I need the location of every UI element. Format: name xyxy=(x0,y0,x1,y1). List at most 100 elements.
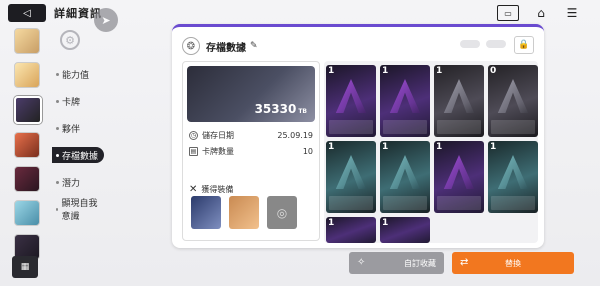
deck-card[interactable]: 1 xyxy=(434,65,484,137)
card-count-row: ▤ 卡牌數量 10 xyxy=(189,146,313,157)
switch-label: 替換 xyxy=(505,258,521,268)
card-count-value: 10 xyxy=(302,147,313,156)
menu-item-label: 潛力 xyxy=(62,178,81,189)
bullet-icon xyxy=(56,207,59,211)
empty-equipment-slot[interactable]: ◎ xyxy=(267,196,297,229)
avatar[interactable] xyxy=(14,62,40,88)
save-date-label: 儲存日期 xyxy=(202,131,234,140)
custom-collection-button[interactable]: ✧ 自訂收藏 xyxy=(349,252,444,274)
deck-card[interactable]: 1 xyxy=(326,65,376,137)
card-cost: 1 xyxy=(382,142,389,152)
menu-item-stats[interactable]: 能力值 xyxy=(52,66,106,82)
card-cost: 1 xyxy=(328,142,335,152)
banner-number: 35330 xyxy=(254,102,297,116)
banner-unit: TB xyxy=(298,108,307,115)
save-date-value: 25.09.19 xyxy=(277,131,313,140)
custom-collection-label: 自訂收藏 xyxy=(404,258,436,268)
save-data-panel: ❂ 存檔數據 ✎ 🔒 35330 TB ◷ 儲存日期 25.09.19 ▤ 卡牌數量 … xyxy=(172,24,544,248)
card-cost: 1 xyxy=(436,66,443,76)
equipment-label: 獲得裝備 xyxy=(201,185,234,194)
avatar[interactable] xyxy=(14,166,40,192)
card-description xyxy=(491,196,535,210)
character-rail xyxy=(14,28,42,268)
card-count-label: 卡牌數量 xyxy=(202,147,234,156)
crossed-swords-icon: ✕ xyxy=(189,184,198,195)
card-art xyxy=(335,79,367,113)
clock-icon: ◷ xyxy=(189,131,198,140)
side-menu: 能力值 卡牌 夥伴 存檔數據 潛力 顯現自我意識 xyxy=(52,66,106,228)
avatar[interactable] xyxy=(14,28,40,54)
card-art xyxy=(335,155,367,189)
menu-icon[interactable]: ☰ xyxy=(563,5,581,21)
panel-title: 存檔數據 xyxy=(206,42,246,54)
menu-item-label: 顯現自我意識 xyxy=(61,199,98,222)
toggle-group xyxy=(460,40,506,48)
deck-card[interactable]: 1 xyxy=(488,141,538,213)
menu-item-cards[interactable]: 卡牌 xyxy=(52,93,106,109)
menu-item-potential[interactable]: 潛力 xyxy=(52,174,106,190)
card-description xyxy=(437,120,481,134)
card-cost: 1 xyxy=(382,218,389,228)
id-card-icon[interactable]: ▭ xyxy=(497,5,519,21)
deck-card[interactable]: 0 xyxy=(488,65,538,137)
card-description xyxy=(383,196,427,210)
banner-value: 35330 TB xyxy=(255,102,307,116)
gear-icon: ⚙ xyxy=(60,30,80,50)
deck-card[interactable]: 1 xyxy=(380,217,430,243)
card-description xyxy=(491,120,535,134)
deck-icon: ❂ xyxy=(182,37,200,55)
card-cost: 1 xyxy=(328,218,335,228)
avatar[interactable] xyxy=(14,132,40,158)
toggle[interactable] xyxy=(460,40,480,48)
switch-button[interactable]: ⇄ 替換 xyxy=(452,252,574,274)
toggle[interactable] xyxy=(486,40,506,48)
grid-icon[interactable]: ▦ xyxy=(12,256,38,278)
deck-card[interactable]: 1 xyxy=(326,217,376,243)
avatar[interactable] xyxy=(14,96,42,124)
bullet-icon xyxy=(56,153,59,157)
swap-icon: ⇄ xyxy=(460,257,469,268)
menu-item-label: 存檔數據 xyxy=(62,151,99,162)
bullet-icon xyxy=(56,72,59,76)
menu-item-label: 卡牌 xyxy=(62,97,81,108)
panel-header: ❂ 存檔數據 ✎ xyxy=(182,35,258,57)
card-cost: 1 xyxy=(382,66,389,76)
card-art xyxy=(497,155,529,189)
deck-card[interactable]: 1 xyxy=(326,141,376,213)
card-description xyxy=(329,120,373,134)
card-cost: 1 xyxy=(436,142,443,152)
card-art xyxy=(389,79,421,113)
menu-item-save-data[interactable]: 存檔數據 xyxy=(52,147,104,163)
card-art xyxy=(497,79,529,113)
lock-icon[interactable]: 🔒 xyxy=(514,36,534,54)
card-stack-icon: ▤ xyxy=(189,147,198,156)
card-art xyxy=(443,79,475,113)
deck-card[interactable]: 1 xyxy=(434,141,484,213)
empty-slot-icon: ◎ xyxy=(276,205,288,220)
avatar[interactable] xyxy=(14,200,40,226)
card-cost: 0 xyxy=(490,66,497,76)
card-art xyxy=(389,155,421,189)
deck-card[interactable]: 1 xyxy=(380,65,430,137)
top-bar: ◁ 詳細資訊 ➤ ▭ ⌂ ☰ xyxy=(0,0,600,32)
card-art xyxy=(443,155,475,189)
back-button[interactable]: ◁ xyxy=(8,4,46,22)
equipment-slot[interactable] xyxy=(229,196,259,229)
save-info-box: 35330 TB ◷ 儲存日期 25.09.19 ▤ 卡牌數量 10 ✕ 獲得裝備 ◎ xyxy=(182,61,320,241)
menu-item-self-awareness[interactable]: 顯現自我意識 xyxy=(52,199,106,222)
home-icon[interactable]: ⌂ xyxy=(532,5,550,21)
back-arrow-icon: ◁ xyxy=(23,7,31,19)
menu-item-partner[interactable]: 夥伴 xyxy=(52,120,106,136)
card-description xyxy=(437,196,481,210)
card-description xyxy=(383,120,427,134)
deck-card[interactable]: 1 xyxy=(380,141,430,213)
star-icon: ✧ xyxy=(357,257,366,268)
edit-icon[interactable]: ✎ xyxy=(250,41,258,51)
play-arrow-icon[interactable]: ➤ xyxy=(94,8,118,32)
menu-item-label: 能力值 xyxy=(62,70,90,81)
bullet-icon xyxy=(56,180,59,184)
save-banner: 35330 TB xyxy=(187,66,315,122)
save-date-row: ◷ 儲存日期 25.09.19 xyxy=(189,130,313,141)
equipment-slot[interactable] xyxy=(191,196,221,229)
menu-item-label: 夥伴 xyxy=(62,124,81,135)
